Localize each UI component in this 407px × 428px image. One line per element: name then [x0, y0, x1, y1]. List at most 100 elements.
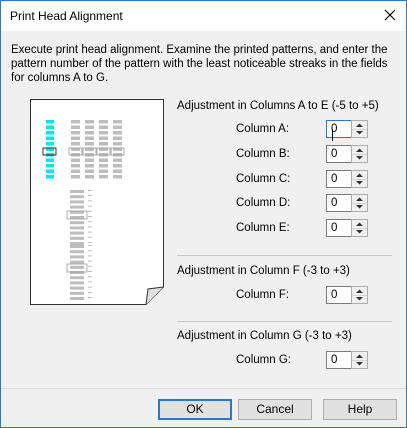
pattern-mark: [85, 164, 94, 168]
group-label-g: Adjustment in Column G (-3 to +3): [177, 330, 352, 342]
pattern-mark: [85, 120, 94, 124]
pattern-mark: [70, 276, 84, 280]
help-button[interactable]: Help: [323, 399, 397, 420]
pattern-mark: [71, 131, 80, 135]
pattern-mark: [70, 281, 84, 285]
pattern-mark: [88, 281, 92, 283]
pattern-mark: [113, 125, 122, 129]
column-f-spinner[interactable]: 0: [326, 286, 368, 304]
spin-down-icon[interactable]: [352, 295, 367, 303]
column-d-spinner[interactable]: 0: [326, 194, 368, 212]
group-divider: [177, 255, 392, 256]
column-a-spinner[interactable]: 0: [326, 120, 368, 141]
pattern-mark: [70, 195, 84, 199]
pattern-mark: [70, 255, 84, 259]
print-head-alignment-dialog: Print Head Alignment Execute print head …: [0, 0, 407, 428]
pattern-mark: [88, 190, 92, 191]
pattern-mark: [113, 158, 122, 162]
column-e-input[interactable]: 0: [326, 219, 352, 237]
spin-down-icon[interactable]: [352, 203, 367, 211]
title-bar: Print Head Alignment: [1, 1, 406, 31]
ok-button[interactable]: OK: [158, 399, 232, 420]
pattern-mark: [88, 291, 92, 293]
column-c-spinner[interactable]: 0: [326, 170, 368, 188]
pattern-mark: [85, 136, 94, 140]
pattern-mark: [70, 286, 84, 290]
pattern-mark: [99, 164, 108, 168]
column-b-label: Column B:: [236, 148, 290, 160]
pattern-mark: [85, 158, 94, 162]
pattern-mark: [88, 297, 92, 298]
pattern-mark: [88, 205, 92, 207]
pattern-mark: [88, 250, 92, 252]
pattern-mark: [113, 142, 122, 146]
pattern-mark: [113, 136, 122, 140]
pattern-mark: [99, 131, 108, 135]
window-title: Print Head Alignment: [10, 9, 123, 23]
pattern-mark: [70, 221, 84, 225]
pattern-mark: [71, 175, 80, 179]
pattern-mark: [70, 250, 84, 254]
pattern-mark: [71, 142, 80, 146]
pattern-mark: [113, 169, 122, 173]
pattern-mark: [113, 164, 122, 168]
pattern-mark: [88, 265, 92, 267]
column-b-spinner[interactable]: 0: [326, 145, 368, 163]
spin-down-icon[interactable]: [352, 360, 367, 368]
pattern-mark: [88, 260, 92, 262]
pattern-mark: [70, 226, 84, 230]
pattern-mark: [88, 210, 92, 212]
pattern-mark: [88, 195, 92, 197]
pattern-mark: [88, 271, 92, 272]
pattern-mark: [113, 120, 122, 124]
footer-divider: [1, 388, 406, 389]
pattern-mark: [71, 120, 80, 124]
pattern-mark: [85, 175, 94, 179]
pattern-mark: [70, 271, 84, 274]
pattern-mark: [71, 136, 80, 140]
column-c-input[interactable]: 0: [326, 170, 352, 188]
pattern-mark: [99, 125, 108, 129]
pattern-mark: [71, 169, 80, 173]
pattern-mark: [88, 245, 92, 246]
pattern-mark: [70, 291, 84, 295]
pattern-mark: [85, 142, 94, 146]
pattern-mark: [88, 255, 92, 257]
pattern-mark: [70, 242, 84, 245]
column-d-label: Column D:: [236, 197, 291, 209]
pattern-mark: [88, 236, 92, 238]
close-icon[interactable]: [382, 7, 398, 23]
column-b-input[interactable]: 0: [326, 145, 352, 163]
pattern-mark: [70, 190, 84, 193]
column-d-input[interactable]: 0: [326, 194, 352, 212]
column-e-spinner[interactable]: 0: [326, 219, 368, 237]
spin-down-icon[interactable]: [352, 154, 367, 162]
pattern-mark: [46, 158, 54, 162]
pattern-mark: [88, 226, 92, 228]
pattern-mark: [70, 260, 84, 264]
group-divider: [177, 321, 392, 322]
pattern-mark: [113, 175, 122, 179]
pattern-mark: [99, 175, 108, 179]
pattern-mark: [88, 200, 92, 202]
pattern-mark: [99, 169, 108, 173]
pattern-mark: [88, 276, 92, 278]
spin-down-icon[interactable]: [352, 179, 367, 187]
pattern-mark: [46, 175, 54, 179]
pattern-mark: [99, 142, 108, 146]
column-a-input[interactable]: 0: [326, 120, 352, 138]
pattern-mark: [113, 131, 122, 135]
column-g-input[interactable]: 0: [326, 351, 352, 369]
pattern-mark: [46, 120, 54, 124]
spin-down-icon[interactable]: [352, 129, 367, 137]
pattern-mark: [70, 200, 84, 204]
pattern-mark: [88, 242, 92, 243]
column-f-input[interactable]: 0: [326, 286, 352, 304]
column-g-spinner[interactable]: 0: [326, 351, 368, 369]
pattern-mark: [99, 158, 108, 162]
pattern-mark: [46, 125, 54, 129]
spin-down-icon[interactable]: [352, 228, 367, 236]
cancel-button[interactable]: Cancel: [238, 399, 312, 420]
pattern-mark: [71, 158, 80, 162]
pattern-mark: [46, 164, 54, 168]
